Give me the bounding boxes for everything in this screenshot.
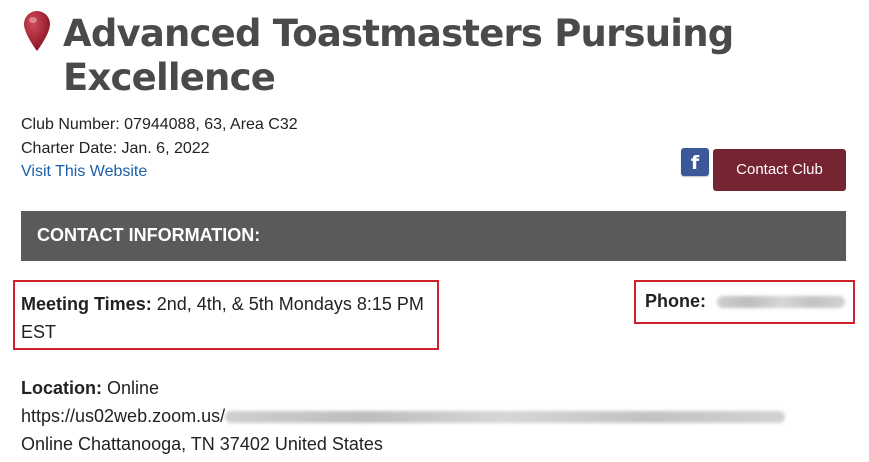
visit-website-link[interactable]: Visit This Website [21, 163, 147, 181]
phone-highlight-box [634, 280, 855, 324]
facebook-icon[interactable]: f [681, 148, 709, 176]
url-redacted [225, 411, 786, 424]
contact-information-header: CONTACT INFORMATION: [21, 211, 846, 261]
location-url[interactable]: https://us02web.zoom.us/ [21, 406, 225, 426]
location-info: Location: Online https://us02web.zoom.us… [21, 374, 786, 458]
location-address: Online Chattanooga, TN 37402 United Stat… [21, 434, 383, 454]
map-pin-icon [24, 11, 50, 51]
page-title: Advanced Toastmasters Pursuing Excellenc… [63, 12, 734, 99]
contact-club-button[interactable]: Contact Club [713, 149, 846, 191]
location-label: Location: [21, 378, 102, 398]
charter-date: Charter Date: Jan. 6, 2022 [21, 140, 210, 157]
location-value: Online [107, 378, 160, 398]
section-header-label: CONTACT INFORMATION: [37, 225, 261, 245]
club-number: Club Number: 07944088, 63, Area C32 [21, 116, 298, 133]
meeting-highlight-box [13, 280, 439, 350]
